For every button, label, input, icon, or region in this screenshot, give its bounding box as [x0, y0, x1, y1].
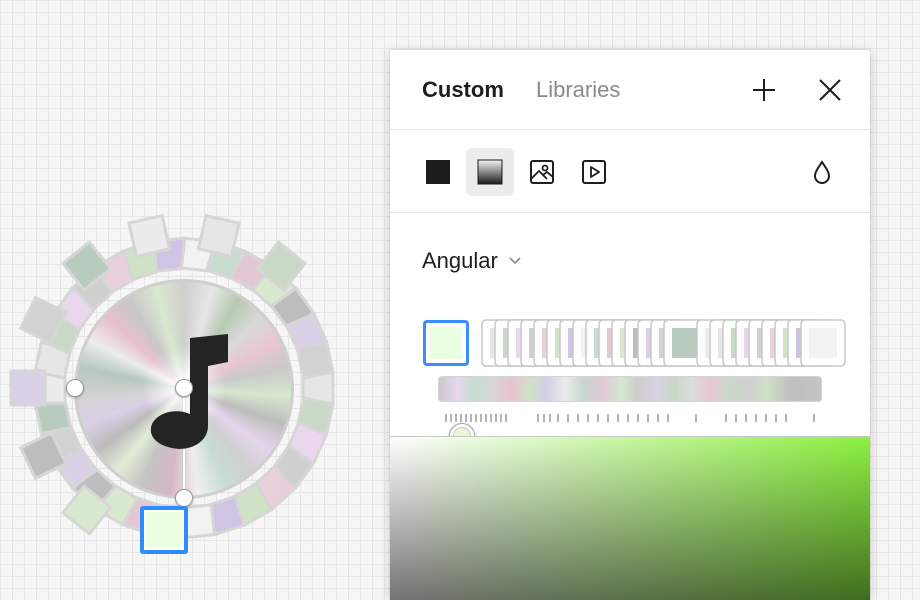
opacity-button[interactable] [798, 148, 846, 196]
fill-picker-panel: Custom Libraries Angular [390, 50, 870, 600]
ring-color-stop[interactable] [127, 213, 172, 259]
gradient-handle-end[interactable] [175, 489, 193, 507]
gradient-type-dropdown[interactable]: Angular [422, 246, 522, 276]
close-button[interactable] [812, 72, 848, 108]
selected-gradient-stop[interactable] [423, 320, 469, 366]
gradient-handle-center[interactable] [175, 379, 193, 397]
paint-type-toolbar [390, 131, 870, 213]
image-icon [530, 160, 554, 184]
gradient-preview-bar[interactable] [438, 376, 822, 402]
gradient-stop-swatch [809, 328, 837, 358]
ring-color-stop[interactable] [196, 213, 241, 259]
video-fill-button[interactable] [570, 148, 618, 196]
canvas[interactable] [0, 0, 390, 600]
video-icon [582, 160, 606, 184]
gradient-type-label: Angular [422, 248, 498, 273]
solid-fill-button[interactable] [414, 148, 462, 196]
image-fill-button[interactable] [518, 148, 566, 196]
tab-libraries[interactable]: Libraries [536, 77, 620, 103]
chevron-down-icon [509, 257, 521, 265]
ring-color-stop[interactable] [295, 340, 335, 380]
add-button[interactable] [746, 72, 782, 108]
plus-icon [753, 79, 775, 101]
tab-custom[interactable]: Custom [422, 77, 504, 103]
saturation-brightness-field[interactable] [390, 436, 870, 600]
gradient-fill-button[interactable] [466, 148, 514, 196]
close-icon [819, 79, 841, 101]
panel-header: Custom Libraries [390, 50, 870, 130]
gradient-square-icon [477, 159, 503, 185]
drop-icon [813, 160, 831, 184]
gradient-handle-left[interactable] [66, 379, 84, 397]
ring-color-stop[interactable] [9, 369, 47, 407]
gradient-stops-editor [390, 312, 870, 449]
solid-square-icon [426, 160, 450, 184]
selected-color-stop[interactable] [140, 506, 188, 554]
gradient-stop-swatch [672, 328, 700, 358]
